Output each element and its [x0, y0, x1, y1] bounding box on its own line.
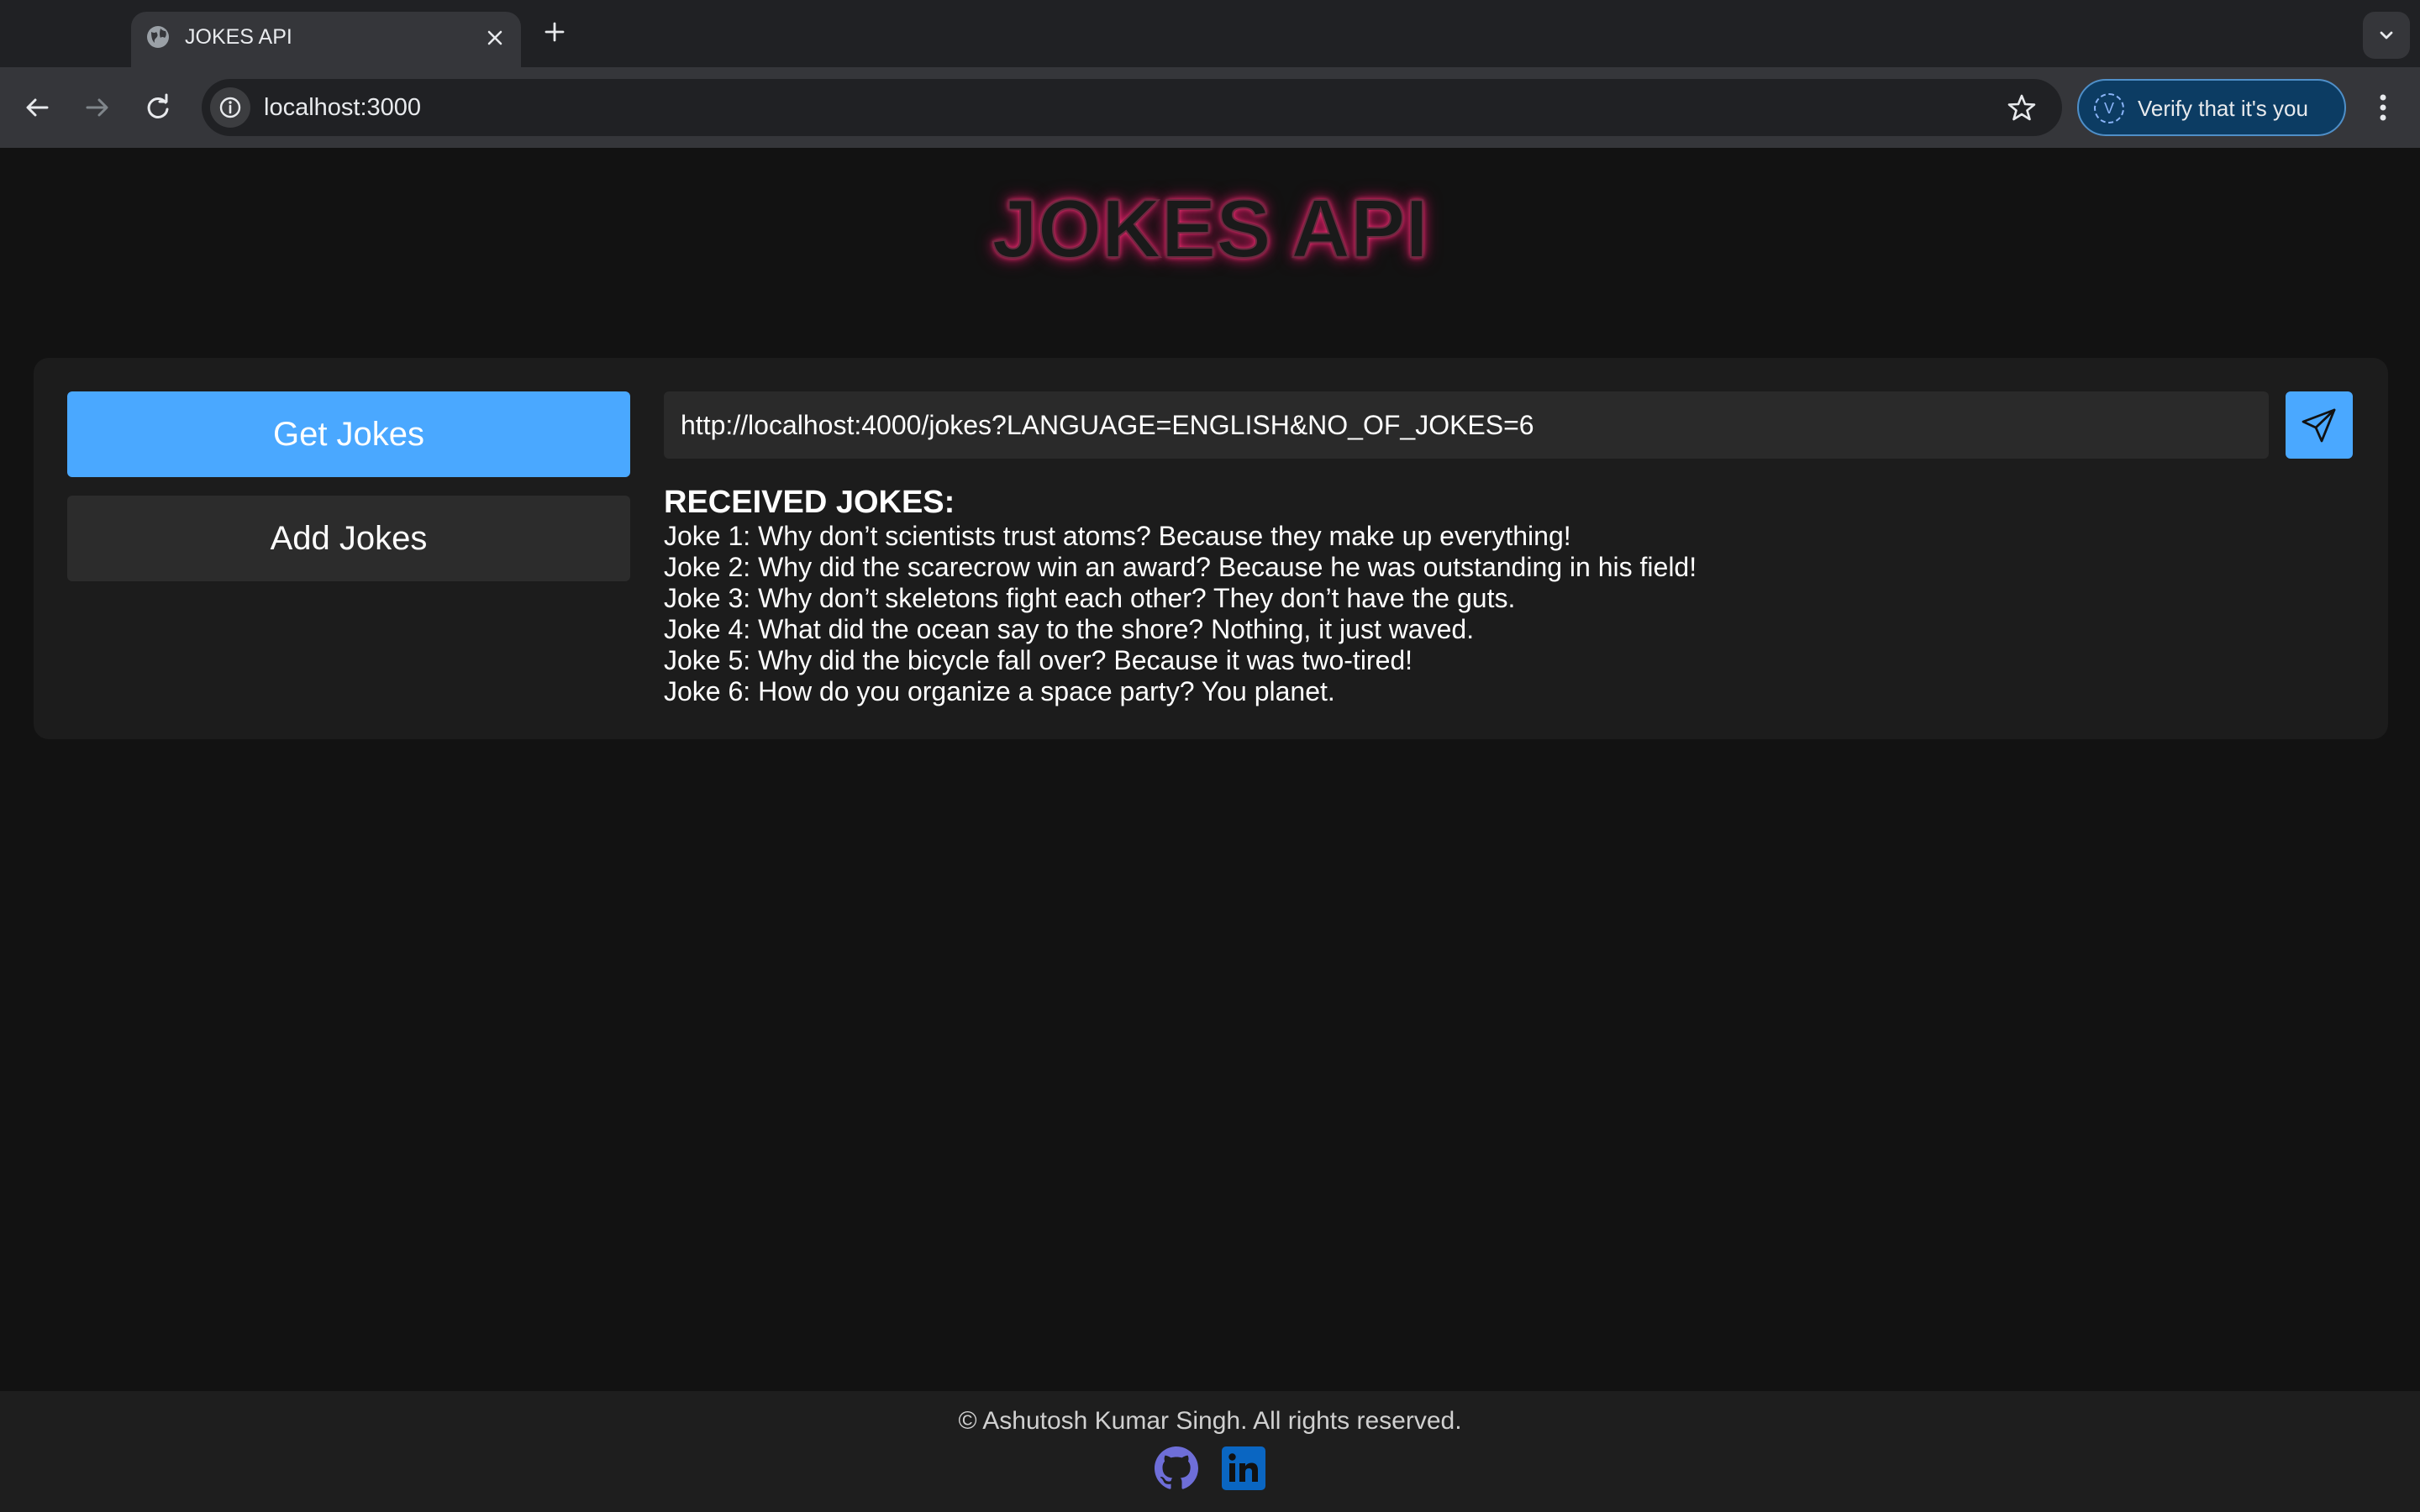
tab-search-button[interactable] [2363, 12, 2410, 59]
add-jokes-button[interactable]: Add Jokes [67, 496, 630, 581]
social-links [1155, 1446, 1265, 1494]
info-icon [219, 97, 241, 118]
close-icon[interactable] [482, 25, 508, 50]
verify-label: Verify that it's you [2138, 96, 2308, 121]
chevron-down-icon [2380, 31, 2393, 39]
forward-arrow-icon[interactable] [81, 91, 114, 124]
joke-item: Joke 5: Why did the bicycle fall over? B… [664, 645, 1413, 675]
github-icon[interactable] [1155, 1446, 1198, 1490]
more-menu-icon[interactable] [2370, 91, 2396, 124]
request-url-input[interactable] [664, 391, 2269, 459]
browser-toolbar: localhost:3000 V Verify that it's you [0, 67, 2420, 148]
joke-item: Joke 4: What did the ocean say to the sh… [664, 614, 1475, 644]
linkedin-icon[interactable] [1222, 1446, 1265, 1490]
copyright-text: © Ashutosh Kumar Singh. All rights reser… [958, 1407, 1462, 1435]
joke-list: Joke 1: Why don’t scientists trust atoms… [664, 521, 2336, 707]
globe-icon [147, 26, 169, 48]
address-bar[interactable]: localhost:3000 [202, 79, 2062, 136]
jokes-panel: Get Jokes Add Jokes RECEIVED JOKES: Joke… [34, 358, 2388, 739]
site-info-button[interactable] [210, 87, 250, 128]
send-request-button[interactable] [2286, 391, 2353, 459]
browser-tabstrip: JOKES API [0, 0, 2420, 69]
send-icon [2302, 408, 2336, 443]
get-jokes-button[interactable]: Get Jokes [67, 391, 630, 477]
footer: © Ashutosh Kumar Singh. All rights reser… [0, 1391, 2420, 1512]
profile-avatar: V [2094, 93, 2124, 123]
joke-item: Joke 2: Why did the scarecrow win an awa… [664, 552, 1697, 582]
new-tab-plus-icon[interactable] [541, 18, 568, 45]
back-arrow-icon[interactable] [20, 91, 54, 124]
received-jokes-heading: RECEIVED JOKES: [664, 485, 955, 520]
verify-identity-button[interactable]: V Verify that it's you [2077, 79, 2346, 136]
page-title: JOKES API [991, 181, 1428, 276]
reload-icon[interactable] [141, 91, 175, 124]
address-url: localhost:3000 [264, 94, 422, 121]
joke-item: Joke 3: Why don’t skeletons fight each o… [664, 583, 1516, 613]
joke-item: Joke 1: Why don’t scientists trust atoms… [664, 521, 1571, 551]
joke-item: Joke 6: How do you organize a space part… [664, 676, 1335, 706]
browser-tab[interactable]: JOKES API [131, 12, 521, 69]
tab-title: JOKES API [185, 25, 292, 49]
received-jokes-section: RECEIVED JOKES: Joke 1: Why don’t scient… [664, 484, 2336, 707]
bookmark-star-icon[interactable] [2007, 92, 2037, 123]
